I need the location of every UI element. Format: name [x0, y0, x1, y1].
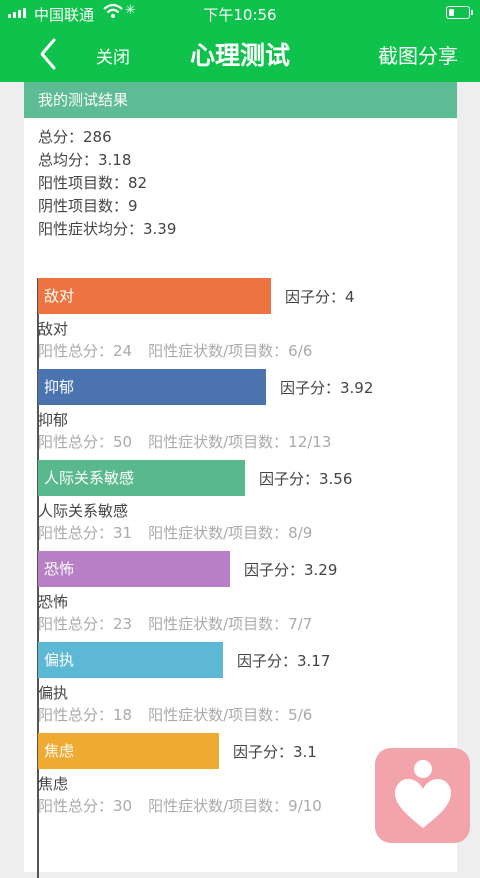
positive-total: 阳性总分：31 [38, 524, 133, 542]
factor-score: 因子分：3.1 [233, 743, 317, 761]
floating-app-button[interactable] [375, 748, 470, 843]
factor-name: 人际关系敏感 [38, 502, 129, 520]
battery-icon [446, 6, 473, 19]
factor-name: 敌对 [38, 320, 69, 338]
summary-negative-count: 阴性项目数：9 [38, 197, 138, 215]
factor-name: 焦虑 [38, 775, 69, 793]
factor-name: 恐怖 [38, 593, 69, 611]
factor-detail: 阳性总分：30 阳性症状数/项目数：9/10 [38, 795, 322, 816]
summary-positive-count: 阳性项目数：82 [38, 174, 148, 192]
factor-name: 抑郁 [38, 411, 69, 429]
positive-total: 阳性总分：50 [38, 433, 133, 451]
positive-total: 阳性总分：18 [38, 706, 133, 724]
factor-detail: 阳性总分：31 阳性症状数/项目数：8/9 [38, 522, 312, 543]
factor-score: 因子分：4 [285, 288, 355, 306]
factor-detail: 阳性总分：50 阳性症状数/项目数：12/13 [38, 431, 331, 452]
factor-bar: 焦虑 [38, 733, 219, 769]
positive-ratio: 阳性症状数/项目数：8/9 [148, 524, 313, 542]
positive-ratio: 阳性症状数/项目数：6/6 [148, 342, 313, 360]
screenshot-share-button[interactable]: 截图分享 [378, 40, 458, 69]
factor-name: 偏执 [38, 684, 69, 702]
positive-total: 阳性总分：30 [38, 797, 133, 815]
summary-average: 总均分：3.18 [38, 151, 132, 169]
summary-positive-average: 阳性症状均分：3.39 [38, 220, 177, 238]
positive-ratio: 阳性症状数/项目数：9/10 [148, 797, 322, 815]
heart-person-icon [395, 760, 451, 828]
positive-ratio: 阳性症状数/项目数：5/6 [148, 706, 313, 724]
factor-bar: 抑郁 [38, 369, 266, 405]
positive-ratio: 阳性症状数/项目数：7/7 [148, 615, 313, 633]
status-bar: 中国联通 ✳ 下午10:56 [0, 0, 480, 26]
back-icon[interactable] [38, 36, 78, 72]
factor-detail: 阳性总分：23 阳性症状数/项目数：7/7 [38, 613, 312, 634]
close-button[interactable]: 关闭 [96, 43, 130, 68]
factor-bar: 偏执 [38, 642, 223, 678]
status-time: 下午10:56 [203, 6, 277, 24]
factor-score: 因子分：3.56 [259, 470, 353, 488]
factor-detail: 阳性总分：18 阳性症状数/项目数：5/6 [38, 704, 312, 725]
factor-bar: 敌对 [38, 278, 271, 314]
card-header: 我的测试结果 [24, 82, 457, 118]
summary-total: 总分：286 [38, 128, 112, 146]
factor-bar: 人际关系敏感 [38, 460, 245, 496]
factor-bar: 恐怖 [38, 551, 230, 587]
positive-total: 阳性总分：23 [38, 615, 133, 633]
nav-bar: 关闭 心理测试 截图分享 [0, 26, 480, 82]
factor-detail: 阳性总分：24 阳性症状数/项目数：6/6 [38, 340, 312, 361]
positive-total: 阳性总分：24 [38, 342, 133, 360]
positive-ratio: 阳性症状数/项目数：12/13 [148, 433, 332, 451]
factor-score: 因子分：3.17 [237, 652, 331, 670]
summary-section: 总分：286 总均分：3.18 阳性项目数：82 阴性项目数：9 阳性症状均分：… [24, 118, 457, 241]
factor-score: 因子分：3.29 [244, 561, 338, 579]
factor-score: 因子分：3.92 [280, 379, 374, 397]
